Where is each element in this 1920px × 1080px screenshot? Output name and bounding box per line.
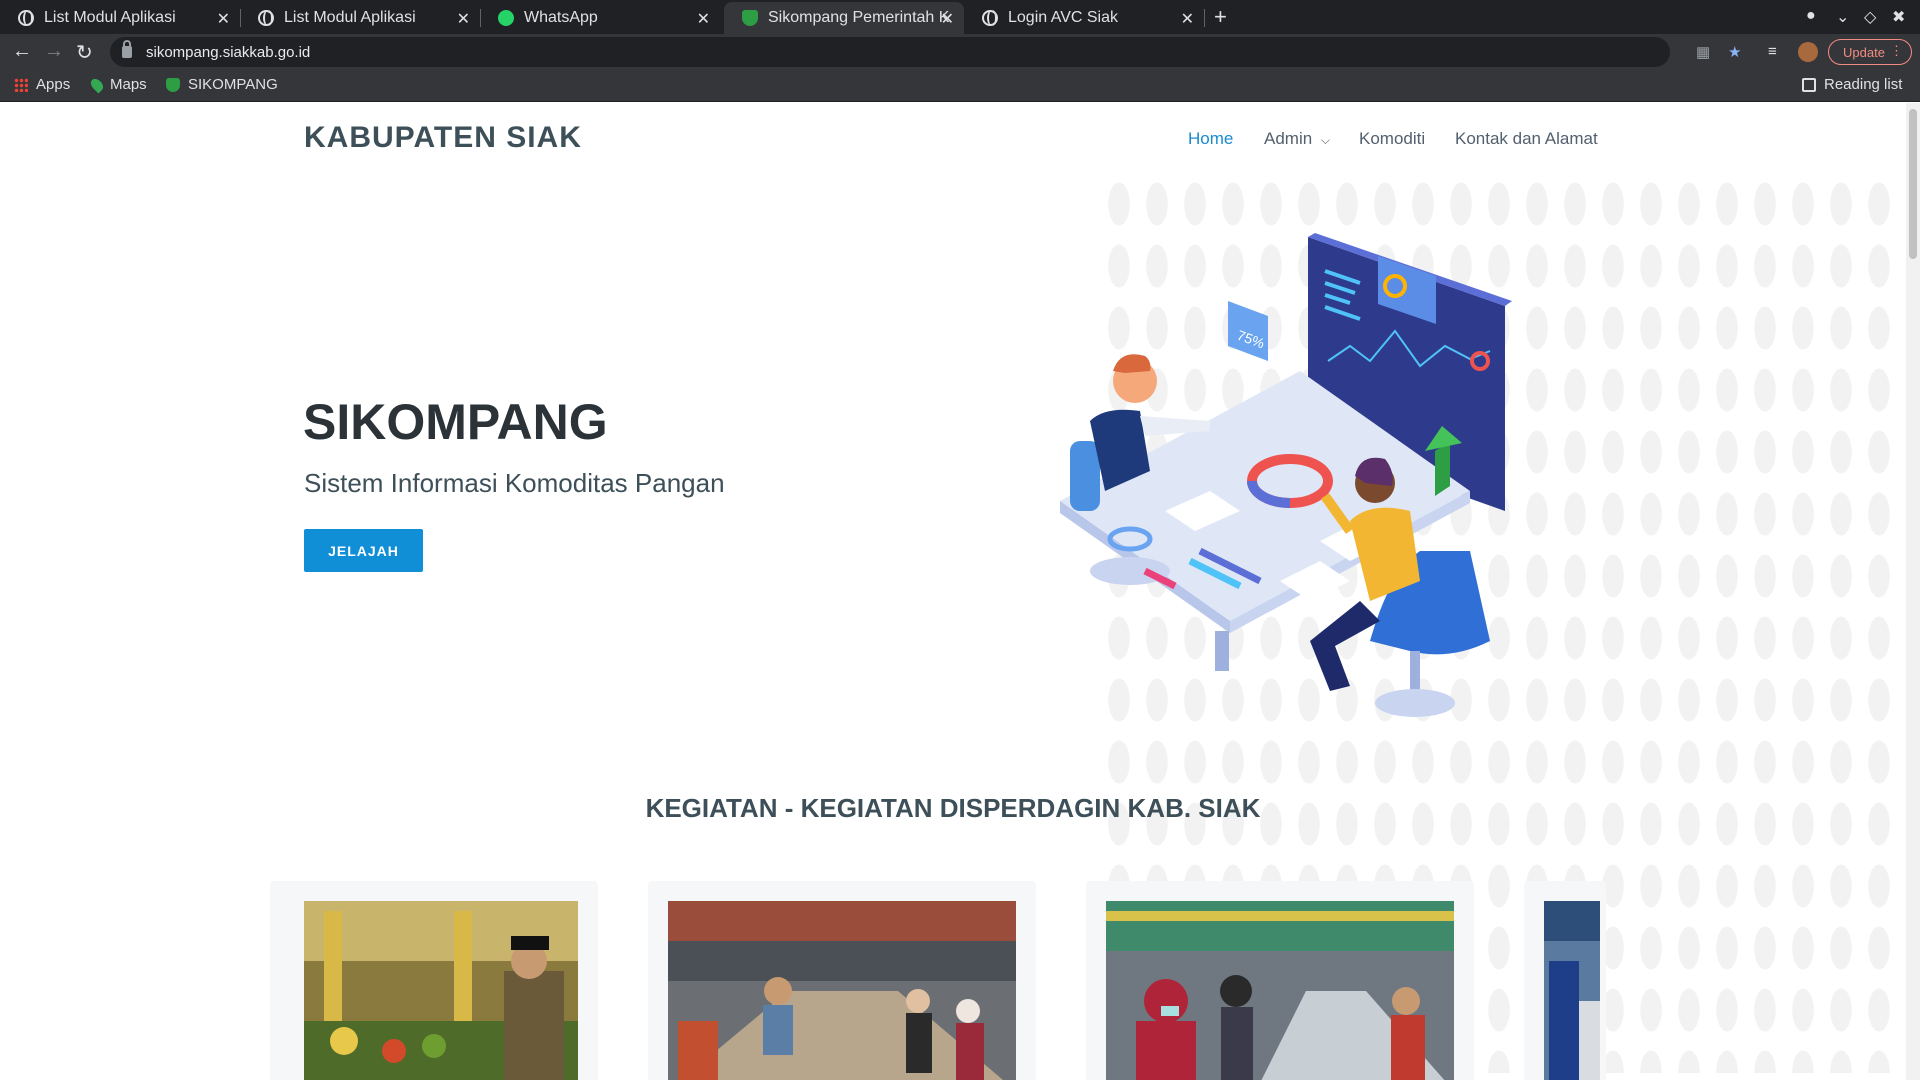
hero-illustration: 75%	[1060, 233, 1512, 717]
globe-icon	[982, 10, 998, 26]
address-bar[interactable]: sikompang.siakkab.go.id	[110, 37, 1670, 67]
hero-title: SIKOMPANG	[303, 394, 608, 450]
back-icon[interactable]: ←	[12, 40, 32, 63]
hero-subtitle: Sistem Informasi Komoditas Pangan	[304, 468, 725, 498]
bookmark-label: Maps	[110, 76, 147, 93]
close-icon[interactable]: ✕	[697, 9, 710, 29]
nav-admin-label: Admin	[1264, 129, 1313, 148]
nav-admin[interactable]: Admin ⌵	[1264, 129, 1330, 149]
media-icon[interactable]: ≡	[1768, 43, 1777, 60]
forward-icon[interactable]: →	[44, 40, 64, 63]
chevron-down-icon: ⌵	[1320, 133, 1331, 147]
new-tab-button[interactable]: +	[1214, 4, 1227, 30]
star-icon[interactable]: ★	[1728, 43, 1741, 61]
scroll-thumb[interactable]	[1909, 109, 1917, 259]
site-brand[interactable]: KABUPATEN SIAK	[304, 121, 582, 155]
nav-kontak[interactable]: Kontak dan Alamat	[1455, 129, 1598, 149]
close-icon[interactable]: ✕	[457, 9, 470, 29]
market-photo-1	[304, 901, 578, 1080]
close-window-icon[interactable]: ✖	[1892, 7, 1905, 27]
shield-icon	[742, 10, 758, 26]
tab-title: List Modul Aplikasi	[284, 9, 416, 26]
page-content: KABUPATEN SIAK Home Admin ⌵ Komoditi Kon…	[0, 103, 1906, 1080]
url-text: sikompang.siakkab.go.id	[146, 43, 311, 61]
market-photo-2	[668, 901, 1016, 1080]
update-label: Update	[1843, 44, 1885, 60]
apps-grid-icon	[14, 77, 28, 92]
tab-search-icon[interactable]: ●	[1806, 7, 1816, 25]
market-photo-4	[1544, 901, 1600, 1080]
close-icon[interactable]: ✕	[217, 9, 230, 29]
update-button[interactable]: Update ⋮	[1828, 39, 1912, 65]
tab-title: Login AVC Siak	[1008, 9, 1118, 26]
tab-whatsapp[interactable]: WhatsApp ✕	[480, 2, 720, 34]
bookmark-sikompang[interactable]: SIKOMPANG	[166, 76, 278, 93]
translate-icon[interactable]: ▦	[1696, 43, 1710, 61]
globe-icon	[258, 10, 274, 26]
tab-title: List Modul Aplikasi	[44, 9, 176, 26]
section-title: KEGIATAN - KEGIATAN DISPERDAGIN KAB. SIA…	[645, 793, 1261, 823]
bookmarks-bar: Apps Maps SIKOMPANG Reading list	[0, 70, 1920, 102]
tab-title: Sikompang Pemerintah K	[768, 9, 950, 26]
bookmark-label: SIKOMPANG	[188, 76, 278, 93]
close-icon[interactable]: ✕	[1181, 9, 1194, 29]
reading-list-label: Reading list	[1824, 76, 1903, 93]
restore-icon[interactable]: ◇	[1864, 7, 1876, 27]
bookmark-apps[interactable]: Apps	[14, 76, 70, 93]
tab-list-modul-1[interactable]: List Modul Aplikasi ✕	[0, 2, 240, 34]
nav-home[interactable]: Home	[1188, 129, 1233, 149]
activity-photo[interactable]	[304, 901, 578, 1080]
jelajah-button[interactable]: JELAJAH	[304, 529, 423, 572]
tab-login-avc[interactable]: Login AVC Siak ✕	[964, 2, 1204, 34]
percent-badge: 75%	[1228, 301, 1268, 361]
market-photo-3	[1106, 901, 1454, 1080]
whatsapp-icon	[498, 10, 514, 26]
tab-list-modul-2[interactable]: List Modul Aplikasi ✕	[240, 2, 480, 34]
reading-list-icon	[1802, 77, 1816, 92]
globe-icon	[18, 10, 34, 26]
map-pin-icon	[88, 76, 106, 93]
tab-bar: List Modul Aplikasi ✕ List Modul Aplikas…	[0, 0, 1920, 34]
reading-list-button[interactable]: Reading list	[1802, 76, 1902, 93]
activity-photo[interactable]	[1544, 901, 1600, 1080]
chevron-down-icon[interactable]: ⌄	[1836, 7, 1849, 27]
tab-sikompang[interactable]: Sikompang Pemerintah K ✕	[724, 2, 964, 34]
lock-icon	[122, 40, 132, 58]
shield-icon	[166, 77, 180, 92]
nav-komoditi[interactable]: Komoditi	[1359, 129, 1425, 149]
activity-photo[interactable]	[668, 901, 1016, 1080]
reload-icon[interactable]: ↻	[76, 40, 93, 65]
browser-toolbar: ← → ↻ sikompang.siakkab.go.id ▦ ★ ≡ Upda…	[0, 34, 1920, 70]
page-scrollbar[interactable]	[1906, 103, 1920, 1080]
activity-photo[interactable]	[1106, 901, 1454, 1080]
close-icon[interactable]: ✕	[941, 9, 954, 29]
bookmark-maps[interactable]: Maps	[88, 76, 147, 93]
more-icon: ⋮	[1890, 43, 1903, 58]
bookmark-label: Apps	[36, 76, 71, 93]
avatar[interactable]	[1798, 42, 1818, 62]
tab-title: WhatsApp	[524, 9, 598, 26]
